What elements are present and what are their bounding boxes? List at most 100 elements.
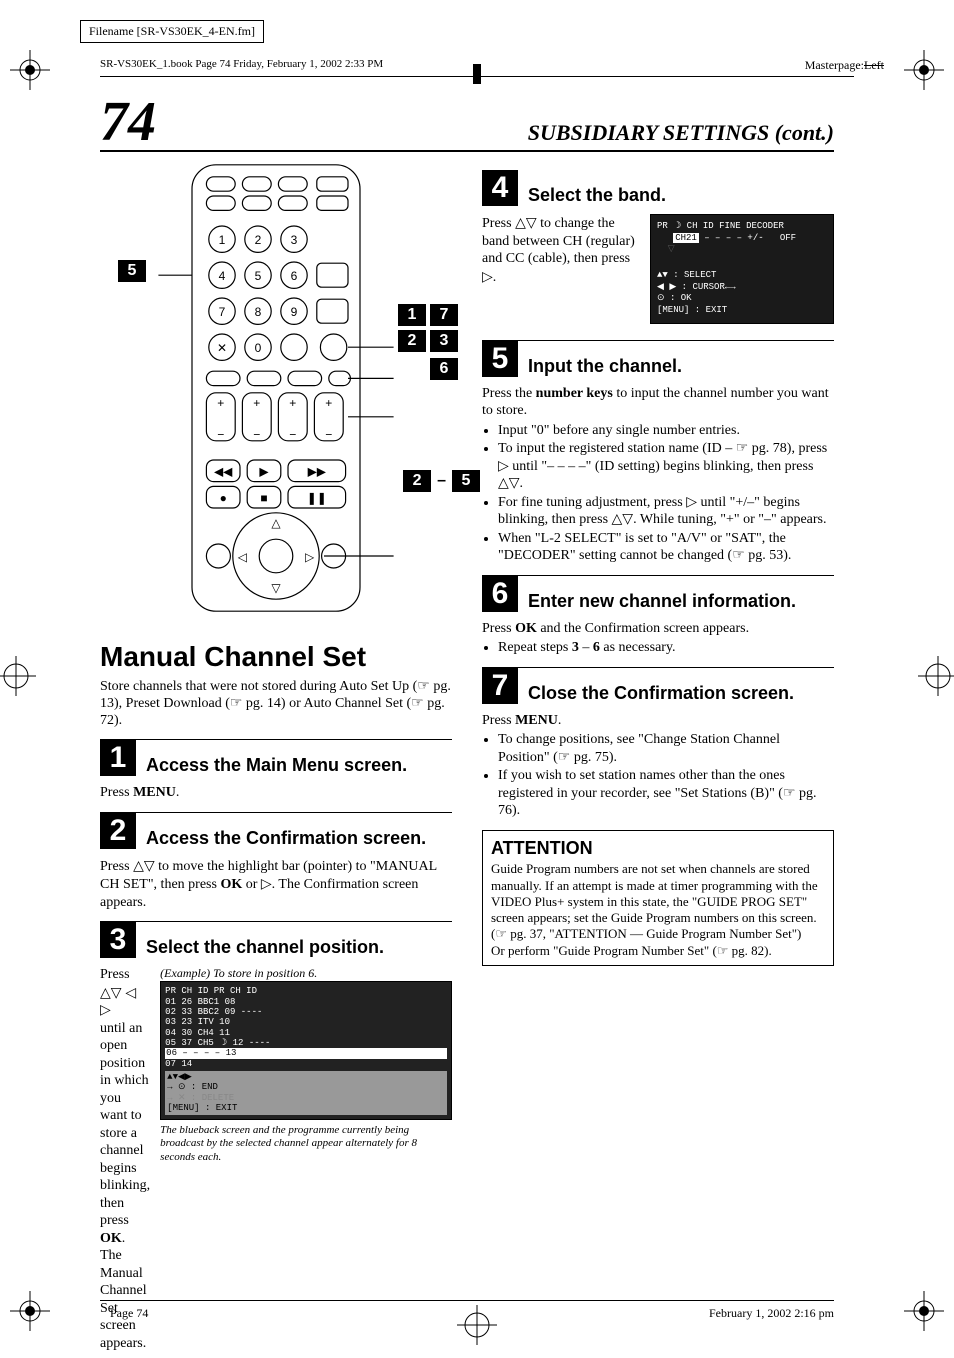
footer-page: Page 74	[110, 1306, 148, 1321]
osd-line: [MENU] : EXIT	[167, 1103, 445, 1113]
callout-5: 5	[452, 470, 480, 492]
svg-text:■: ■	[260, 491, 267, 505]
list-item: When "L-2 SELECT" is set to "A/V" or "SA…	[498, 530, 834, 565]
osd-line: PR CH ID PR CH ID	[165, 986, 447, 996]
svg-text:▶▶: ▶▶	[308, 465, 327, 479]
osd-line: → ⊙ : END	[167, 1082, 445, 1092]
svg-text:◀◀: ◀◀	[214, 465, 233, 479]
osd-line: ▲▼ : SELECT	[657, 270, 827, 282]
filename-box: Filename [SR-VS30EK_4-EN.fm]	[80, 20, 264, 43]
svg-text:−: −	[253, 427, 260, 441]
page: Filename [SR-VS30EK_4-EN.fm] SR-VS30EK_1…	[0, 0, 954, 1351]
step-body: Press the number keys to input the chann…	[482, 385, 834, 565]
horizontal-rule	[100, 76, 854, 77]
spacer	[657, 256, 827, 270]
masterpage-key: Masterpage:	[805, 58, 864, 72]
callout-2: 2	[398, 330, 426, 352]
osd-line: 03 23 ITV 10	[165, 1017, 447, 1027]
left-column: 1 2 3 4 5 6 7 8 9 ✕ 0	[100, 160, 452, 1358]
osd-line: 04 30 CH4 11	[165, 1028, 447, 1038]
step-4: 4 Select the band. PR ☽ CH ID FINE DECOD…	[482, 170, 834, 330]
callout-2: 2	[403, 470, 431, 492]
svg-text:0: 0	[255, 341, 262, 355]
svg-text:−: −	[217, 427, 224, 441]
svg-text:+: +	[217, 396, 224, 410]
list-item: Input "0" before any single number entri…	[498, 422, 834, 440]
osd-line: 02 33 BBC2 09 ----	[165, 1007, 447, 1017]
svg-text:3: 3	[291, 233, 298, 247]
book-line: SR-VS30EK_1.book Page 74 Friday, Februar…	[100, 58, 383, 70]
step-body: Press MENU.	[100, 784, 452, 802]
step-number: 1	[100, 740, 136, 776]
crop-mark-icon	[10, 1291, 50, 1331]
callout-6: 6	[430, 358, 458, 380]
osd-line: 05 37 CH5 ☽ 12 ----	[165, 1038, 447, 1048]
osd-screen: PR CH ID PR CH ID 01 26 BBC1 08 02 33 BB…	[160, 981, 452, 1119]
osd-line: ▽	[657, 244, 827, 256]
step-6: 6 Enter new channel information. Press O…	[482, 575, 834, 657]
list-item: Repeat steps 3 – 6 as necessary.	[498, 639, 834, 657]
svg-text:2: 2	[255, 233, 262, 247]
crop-mark-icon	[904, 1291, 944, 1331]
step-number: 6	[482, 576, 518, 612]
page-number: 74	[100, 90, 156, 154]
svg-text:✕: ✕	[217, 341, 227, 355]
list-item: For fine tuning adjustment, press ▷ unti…	[498, 494, 834, 529]
svg-text:7: 7	[219, 305, 226, 319]
osd-line: 01 26 BBC1 08	[165, 997, 447, 1007]
step-number: 4	[482, 170, 518, 206]
step-2: 2 Access the Confirmation screen. Press …	[100, 812, 452, 912]
svg-text:△: △	[271, 516, 281, 530]
screen-caption: The blueback screen and the programme cu…	[160, 1124, 452, 1165]
svg-text:8: 8	[255, 305, 262, 319]
step3-screen-block: (Example) To store in position 6. PR CH …	[160, 966, 452, 1352]
attention-paragraph: Or perform "Guide Program Number Set" (☞…	[491, 943, 825, 959]
list-item: If you wish to set station names other t…	[498, 767, 834, 820]
step-body: Press OK and the Confirmation screen app…	[482, 620, 834, 657]
step3-text: Press △▽ ◁ ▷ until an open position in w…	[100, 966, 150, 1352]
osd-line: → ✕ : DELETE	[167, 1093, 445, 1103]
registration-mark-icon	[0, 656, 36, 696]
callout-3: 3	[430, 330, 458, 352]
osd-line: 07 14	[165, 1059, 447, 1069]
section-header: SUBSIDIARY SETTINGS (cont.)	[528, 120, 834, 146]
osd-line-highlighted: 06 – – – – 13	[165, 1048, 447, 1058]
crop-mark-icon	[10, 50, 50, 90]
step-title: Access the Confirmation screen.	[146, 828, 426, 849]
step-5: 5 Input the channel. Press the number ke…	[482, 340, 834, 565]
callout-group: 2 – 5	[403, 470, 480, 492]
svg-text:−: −	[325, 427, 332, 441]
step-number: 7	[482, 668, 518, 704]
osd-line: ◀ ▶ : CURSOR←→	[657, 282, 827, 294]
svg-text:▽: ▽	[271, 581, 281, 595]
callout-group: 1 7	[398, 304, 458, 326]
step-3: 3 Select the channel position. Press △▽ …	[100, 921, 452, 1352]
step-body: Press △▽ to move the highlight bar (poin…	[100, 857, 452, 912]
svg-text:◁: ◁	[238, 550, 248, 564]
osd-control-area: ▲▼◀▶ → ⊙ : END → ✕ : DELETE [MENU] : EXI…	[165, 1071, 447, 1114]
svg-text:●: ●	[220, 491, 227, 505]
osd-screen: PR ☽ CH ID FINE DECODER CH21 – – – – +/-…	[650, 214, 834, 324]
osd-line: [MENU] : EXIT	[657, 305, 827, 317]
callout-group: 2 3	[398, 330, 458, 352]
registration-mark-icon	[918, 656, 954, 696]
step-7: 7 Close the Confirmation screen. Press M…	[482, 667, 834, 820]
step-title: Enter new channel information.	[528, 591, 796, 612]
right-column: 4 Select the band. PR ☽ CH ID FINE DECOD…	[482, 160, 834, 1358]
osd-line: ⊙ : OK	[657, 293, 827, 305]
list-item: To input the registered station name (ID…	[498, 440, 834, 493]
horizontal-rule	[100, 150, 834, 152]
registration-mark-icon	[457, 54, 497, 94]
step-title: Close the Confirmation screen.	[528, 683, 794, 704]
step-number: 2	[100, 813, 136, 849]
step-1: 1 Access the Main Menu screen. Press MEN…	[100, 739, 452, 802]
step-title: Access the Main Menu screen.	[146, 755, 407, 776]
svg-text:+: +	[325, 396, 332, 410]
svg-text:4: 4	[219, 269, 226, 283]
step-body: Press MENU. To change positions, see "Ch…	[482, 712, 834, 820]
svg-text:+: +	[253, 396, 260, 410]
step-title: Select the channel position.	[146, 937, 384, 958]
step-number: 3	[100, 922, 136, 958]
attention-title: ATTENTION	[491, 837, 825, 860]
osd-line: ▲▼◀▶	[167, 1072, 445, 1082]
